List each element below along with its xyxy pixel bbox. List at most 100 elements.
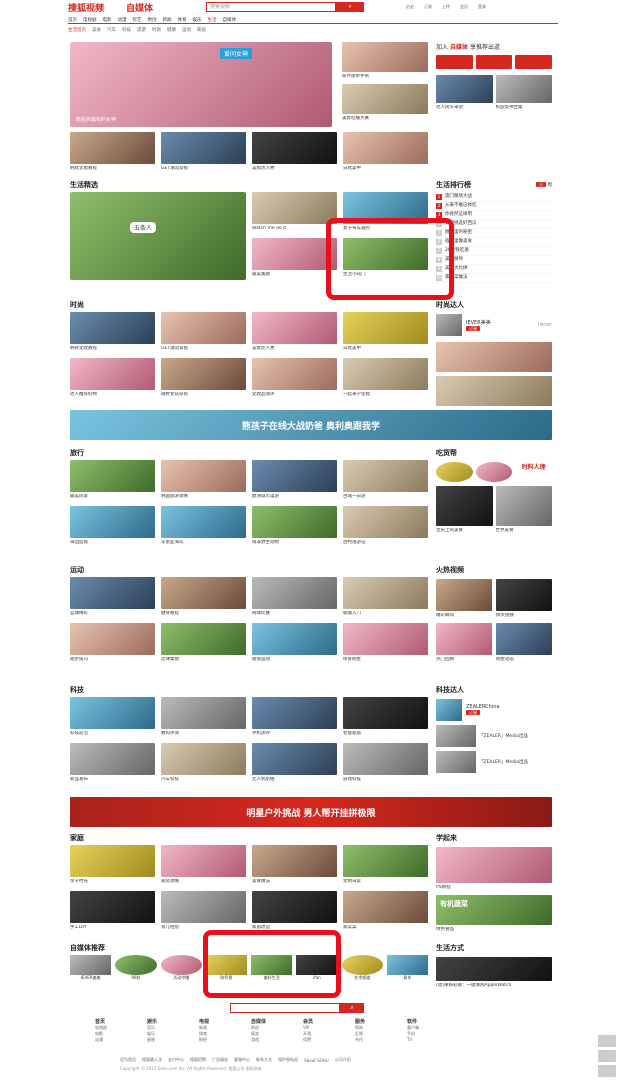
video-card[interactable]: 美食做法 bbox=[252, 845, 337, 885]
rank-item[interactable]: 3 你竟然这样用 bbox=[436, 211, 552, 220]
subnav-tech[interactable]: 科技 bbox=[122, 27, 131, 33]
video-card[interactable]: PS教程 bbox=[436, 847, 552, 891]
rank-tab-day[interactable]: 日 bbox=[536, 182, 547, 187]
video-card[interactable]: 网球比赛 bbox=[252, 577, 337, 617]
star-follow-button[interactable]: 订阅 bbox=[466, 325, 480, 331]
star-video[interactable] bbox=[436, 376, 552, 406]
video-card[interactable]: 家常菜 bbox=[343, 891, 428, 931]
footer-link[interactable]: 合作 bbox=[355, 1037, 403, 1043]
nav-original[interactable]: 原创 bbox=[148, 17, 157, 23]
tech-star-avatar[interactable] bbox=[436, 699, 462, 721]
rank-item[interactable]: 2 从来不敢这样吃 bbox=[436, 202, 552, 211]
hero-thumb[interactable]: 陈乔恩牵手男 bbox=[342, 42, 428, 80]
video-card[interactable]: Watch me do it bbox=[252, 192, 337, 232]
search-button[interactable]: ⌕ bbox=[336, 2, 364, 12]
nav-ent[interactable]: 娱乐 bbox=[193, 17, 202, 23]
back-to-top-icon[interactable] bbox=[598, 1065, 616, 1077]
selfmedia-item[interactable]: 活动中播 bbox=[160, 955, 202, 981]
video-card[interactable]: 手机测评 bbox=[252, 697, 337, 737]
subnav-food[interactable]: 美食 bbox=[92, 27, 101, 33]
video-card[interactable]: 美妆达人秀 bbox=[252, 132, 337, 172]
footer-link[interactable]: 续费 bbox=[303, 1037, 351, 1043]
subnav-car[interactable]: 汽车 bbox=[107, 27, 116, 33]
life-main-video[interactable]: 五条人 bbox=[70, 192, 246, 280]
video-card[interactable]: GET潮流穿搭 bbox=[161, 312, 246, 352]
video-card[interactable]: 家居改造 bbox=[252, 891, 337, 931]
join-thumb[interactable]: 达人街头采访 bbox=[436, 75, 493, 111]
nav-life[interactable]: 生活 bbox=[208, 17, 217, 23]
video-card[interactable]: 古村落游记 bbox=[343, 506, 428, 546]
subnav-health[interactable]: 健康 bbox=[167, 27, 176, 33]
history-link[interactable]: 历史 bbox=[406, 4, 414, 10]
hero-thumb[interactable]: 美女吃播大赛 bbox=[342, 84, 428, 122]
footer-bottom-link[interactable]: 保护隐私权 bbox=[278, 1057, 298, 1063]
video-card[interactable]: 南非野生动物 bbox=[252, 506, 337, 546]
video-card[interactable]: 瑜伽入门 bbox=[343, 577, 428, 617]
video-card[interactable]: 古城一日游 bbox=[343, 460, 428, 500]
footer-bottom-link[interactable]: 客服中心 bbox=[234, 1057, 250, 1063]
tech-star-item[interactable]: 「ZEALER」Media出品 bbox=[436, 725, 552, 747]
sohu-logo[interactable]: 搜狐视频 bbox=[68, 1, 116, 14]
hero-banner[interactable]: 爱问女神 她是你最初的女神 bbox=[70, 42, 332, 127]
footer-bottom-link[interactable]: About SOHU bbox=[304, 1058, 329, 1063]
rank-tab-week[interactable]: 周 bbox=[548, 183, 553, 188]
nav-news[interactable]: 新闻 bbox=[163, 17, 172, 23]
vip-link[interactable]: 会员 bbox=[460, 4, 468, 10]
video-card[interactable]: 智能家居 bbox=[343, 697, 428, 737]
selfmedia-item[interactable]: 90秒 bbox=[115, 955, 157, 981]
promo-banner-2[interactable]: 明星户外挑战 男人帮开挂拼极限 bbox=[70, 797, 552, 827]
video-card[interactable]: 篮球精彩 bbox=[70, 577, 155, 617]
footer-bottom-link[interactable]: 设为首页 bbox=[120, 1057, 136, 1063]
nav-tv[interactable]: 电视剧 bbox=[83, 17, 97, 23]
video-card[interactable]: 日式美甲 bbox=[343, 132, 428, 172]
search-input[interactable]: 搜索视频 bbox=[206, 2, 336, 12]
tech-star-follow-button[interactable]: 订阅 bbox=[466, 710, 480, 715]
video-card[interactable]: 热门回顾 bbox=[436, 623, 492, 663]
video-card[interactable]: 韩国旅游攻略 bbox=[161, 460, 246, 500]
footer-link[interactable]: 财经 bbox=[199, 1037, 247, 1043]
video-card[interactable]: 搞笑视频 bbox=[496, 579, 552, 619]
video-card[interactable]: GET潮流穿搭 bbox=[161, 132, 246, 172]
video-card[interactable]: 达人推荐好物 bbox=[70, 358, 155, 398]
video-card[interactable]: 体育明星 bbox=[343, 623, 428, 663]
video-card[interactable]: 跑步技巧 bbox=[70, 623, 155, 663]
video-card[interactable]: 世界美食 bbox=[495, 486, 552, 534]
selfmedia-item[interactable]: IEVER美美 bbox=[70, 955, 112, 981]
footer-bottom-link[interactable]: 广告服务 bbox=[212, 1057, 228, 1063]
footer-link[interactable]: 动漫 bbox=[95, 1037, 143, 1043]
star-avatar[interactable] bbox=[436, 314, 462, 336]
video-card[interactable]: 手工DIY bbox=[70, 891, 155, 931]
video-card[interactable]: 微胖女孩穿搭 bbox=[161, 358, 246, 398]
video-card[interactable]: 无人机航拍 bbox=[252, 743, 337, 783]
nav-selfmedia[interactable]: 自媒体 bbox=[223, 17, 237, 23]
nav-anime[interactable]: 动漫 bbox=[118, 17, 127, 23]
star-video[interactable] bbox=[436, 342, 552, 372]
selfmedia-item[interactable]: 易车 bbox=[386, 955, 428, 981]
join-thumb[interactable]: 校园女神合集 bbox=[495, 75, 552, 111]
video-card[interactable]: 一起来学化妆 bbox=[343, 358, 428, 398]
edit-icon[interactable] bbox=[598, 1050, 616, 1062]
video-card[interactable]: 东南亚海岛 bbox=[161, 506, 246, 546]
video-card[interactable]: 舌尖上的美食 bbox=[436, 486, 493, 534]
video-card[interactable]: 最美素颜 bbox=[252, 238, 337, 278]
footer-bottom-link[interactable]: 支付中心 bbox=[168, 1057, 184, 1063]
video-card[interactable]: 宠物日常 bbox=[343, 845, 428, 885]
video-card[interactable]: 精彩瞬间 bbox=[436, 579, 492, 619]
join-btn-1[interactable] bbox=[436, 55, 473, 69]
subnav-home[interactable]: 家居 bbox=[197, 27, 206, 33]
selfmedia-logo[interactable]: 自媒体 bbox=[126, 1, 178, 14]
video-card[interactable]: 游戏科技 bbox=[343, 743, 428, 783]
footer-search-button[interactable]: ⌕ bbox=[340, 1003, 364, 1013]
video-card[interactable]: 欧洲城市漫游 bbox=[252, 460, 337, 500]
footer-bottom-link[interactable]: 公司介绍 bbox=[335, 1057, 351, 1063]
video-card[interactable]: 韩式化妆教程 bbox=[70, 132, 155, 172]
video-card[interactable]: 美妆达人秀 bbox=[252, 312, 337, 352]
footer-link[interactable]: TV bbox=[407, 1037, 455, 1043]
video-card[interactable]: 健身教程 bbox=[161, 577, 246, 617]
rank-item[interactable]: 1 澳门赌场大战 bbox=[436, 193, 552, 202]
join-btn-2[interactable] bbox=[475, 55, 513, 69]
footer-search-input[interactable] bbox=[230, 1003, 340, 1013]
food-channel-icon[interactable] bbox=[436, 462, 473, 482]
promo-banner-1[interactable]: 熊孩子在线大战奶爸 奥利奥跟我学 bbox=[70, 410, 552, 440]
video-card[interactable]: 育儿经验 bbox=[161, 891, 246, 931]
